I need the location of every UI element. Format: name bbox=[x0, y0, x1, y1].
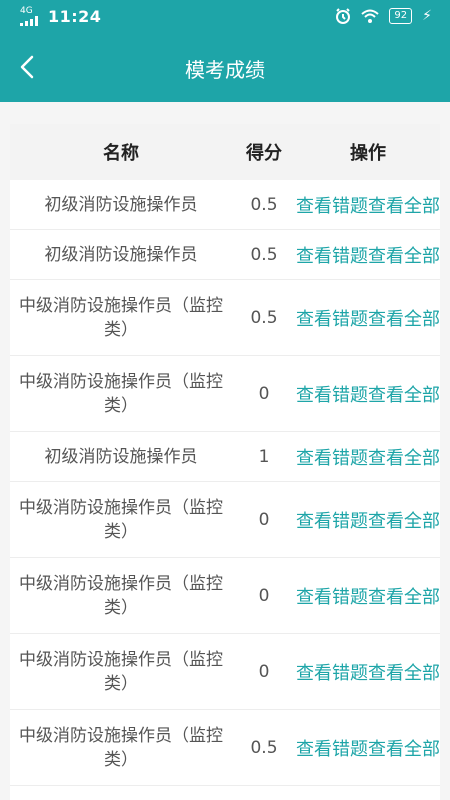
status-right: 92 ⚡ bbox=[335, 8, 432, 24]
header-score: 得分 bbox=[246, 143, 282, 164]
view-all-button[interactable]: 查看全部 bbox=[368, 192, 440, 218]
row-actions: 查看错题 查看全部 bbox=[296, 192, 440, 218]
view-all-button[interactable]: 查看全部 bbox=[368, 305, 440, 331]
exam-name: 中级消防设施操作员（监控类） bbox=[19, 649, 223, 694]
view-all-button[interactable]: 查看全部 bbox=[368, 659, 440, 685]
alarm-icon bbox=[336, 8, 351, 24]
table-row: 中级消防设施操作员（监控类） 0 查看错题 查看全部 bbox=[10, 356, 440, 432]
battery-icon: 92 bbox=[389, 8, 413, 24]
network-indicator: 4G bbox=[20, 7, 40, 26]
exam-score: 1 bbox=[258, 446, 270, 467]
exam-name: 中级消防设施操作员（监控类） bbox=[19, 295, 223, 340]
status-bar: 4G 11:24 92 ⚡ bbox=[0, 0, 450, 36]
view-all-button[interactable]: 查看全部 bbox=[368, 583, 440, 609]
row-actions: 查看错题 查看全部 bbox=[296, 583, 440, 609]
row-actions: 查看错题 查看全部 bbox=[296, 735, 440, 761]
exam-score: 0 bbox=[258, 383, 270, 404]
table-row: 中级消防设施操作员（监控类） 0.5 查看错题 查看全部 bbox=[10, 710, 440, 786]
view-all-button[interactable]: 查看全部 bbox=[368, 735, 440, 761]
table-row: 初级消防设施操作员 1 查看错题 查看全部 bbox=[10, 432, 440, 482]
view-all-button[interactable]: 查看全部 bbox=[368, 507, 440, 533]
row-actions: 查看错题 查看全部 bbox=[296, 659, 440, 685]
table-row: 初级消防设施操作员 0.5 查看错题 查看全部 bbox=[10, 180, 440, 230]
view-wrong-button[interactable]: 查看错题 bbox=[296, 659, 368, 685]
row-actions: 查看错题 查看全部 bbox=[296, 444, 440, 470]
exam-name: 初级消防设施操作员 bbox=[44, 244, 198, 265]
exam-name: 初级消防设施操作员 bbox=[44, 194, 198, 215]
exam-score: 0.5 bbox=[250, 244, 278, 265]
view-wrong-button[interactable]: 查看错题 bbox=[296, 507, 368, 533]
view-wrong-button[interactable]: 查看错题 bbox=[296, 242, 368, 268]
exam-name: 初级消防设施操作员 bbox=[44, 446, 198, 467]
navigation-bar: 模考成绩 bbox=[0, 36, 450, 102]
table-row: 中级消防设施操作员（监控类） 0 查看错题 查看全部 bbox=[10, 558, 440, 634]
view-all-button[interactable]: 查看全部 bbox=[368, 444, 440, 470]
table-row: 中级消防设施操作员（监控类） 0.5 查看错题 查看全部 bbox=[10, 280, 440, 356]
exam-score: 0.5 bbox=[250, 737, 278, 758]
table-row: 中级消防设施操作员（监控类） 0 查看错题 查看全部 bbox=[10, 482, 440, 558]
exam-score: 0.5 bbox=[250, 194, 278, 215]
exam-name: 中级消防设施操作员（监控类） bbox=[19, 497, 223, 542]
header-actions: 操作 bbox=[350, 143, 386, 164]
view-wrong-button[interactable]: 查看错题 bbox=[296, 192, 368, 218]
table-row: 中级消防设施操作员（监控类） 0 查看错题 查看全部 bbox=[10, 634, 440, 710]
row-actions: 查看错题 查看全部 bbox=[296, 507, 440, 533]
network-type: 4G bbox=[20, 6, 33, 16]
status-left: 4G 11:24 bbox=[20, 7, 101, 26]
view-all-button[interactable]: 查看全部 bbox=[368, 242, 440, 268]
page-title: 模考成绩 bbox=[185, 58, 265, 82]
signal-icon bbox=[20, 16, 38, 26]
header-name: 名称 bbox=[103, 143, 139, 164]
table-body: 初级消防设施操作员 0.5 查看错题 查看全部 初级消防设施操作员 0.5 查看… bbox=[10, 180, 440, 786]
scores-table: 名称 得分 操作 初级消防设施操作员 0.5 查看错题 查看全部 初级消防设施操… bbox=[10, 124, 440, 800]
wifi-icon bbox=[361, 9, 380, 23]
exam-score: 0 bbox=[258, 509, 270, 530]
exam-score: 0 bbox=[258, 585, 270, 606]
view-all-button[interactable]: 查看全部 bbox=[368, 381, 440, 407]
view-wrong-button[interactable]: 查看错题 bbox=[296, 444, 368, 470]
exam-score: 0.5 bbox=[250, 307, 278, 328]
row-actions: 查看错题 查看全部 bbox=[296, 242, 440, 268]
exam-name: 中级消防设施操作员（监控类） bbox=[19, 371, 223, 416]
exam-name: 中级消防设施操作员（监控类） bbox=[19, 725, 223, 770]
exam-name: 中级消防设施操作员（监控类） bbox=[19, 573, 223, 618]
exam-score: 0 bbox=[258, 661, 270, 682]
view-wrong-button[interactable]: 查看错题 bbox=[296, 305, 368, 331]
view-wrong-button[interactable]: 查看错题 bbox=[296, 583, 368, 609]
view-wrong-button[interactable]: 查看错题 bbox=[296, 735, 368, 761]
table-header: 名称 得分 操作 bbox=[10, 124, 440, 180]
status-time: 11:24 bbox=[48, 7, 102, 26]
charging-bolt-icon: ⚡ bbox=[422, 8, 432, 24]
top-app-bar: 4G 11:24 92 ⚡ 模考成绩 bbox=[0, 0, 450, 102]
row-actions: 查看错题 查看全部 bbox=[296, 381, 440, 407]
row-actions: 查看错题 查看全部 bbox=[296, 305, 440, 331]
table-row: 初级消防设施操作员 0.5 查看错题 查看全部 bbox=[10, 230, 440, 280]
view-wrong-button[interactable]: 查看错题 bbox=[296, 381, 368, 407]
